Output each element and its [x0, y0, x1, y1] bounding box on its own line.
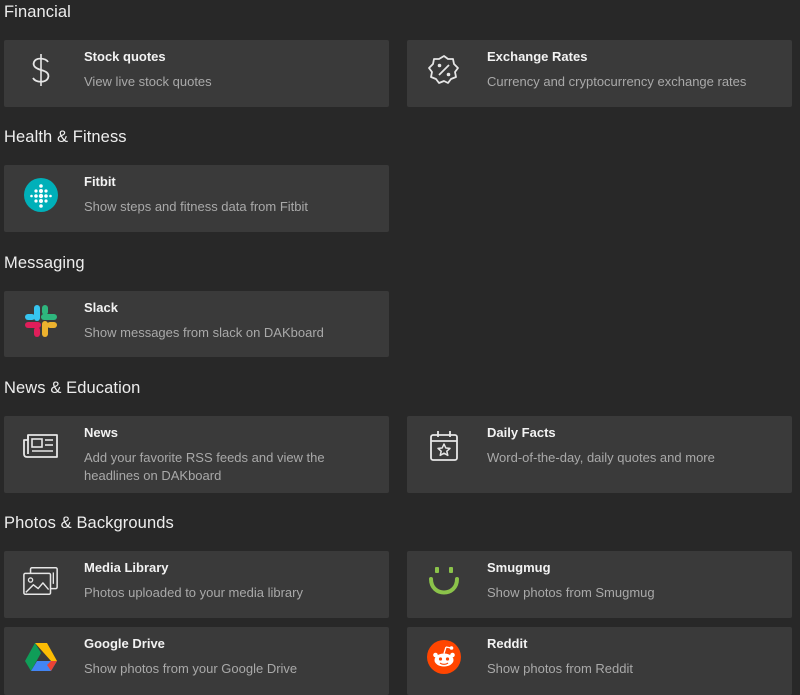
card-description: Show steps and fitness data from Fitbit: [84, 199, 308, 214]
card-news[interactable]: News Add your favorite RSS feeds and vie…: [4, 416, 389, 493]
section-title-health-fitness: Health & Fitness: [4, 128, 127, 146]
card-exchange-rates[interactable]: Exchange Rates Currency and cryptocurren…: [407, 40, 792, 107]
card-description: Word-of-the-day, daily quotes and more: [487, 450, 715, 465]
card-description: Show photos from Reddit: [487, 661, 633, 676]
card-title: Stock quotes: [84, 49, 166, 64]
card-reddit[interactable]: Reddit Show photos from Reddit: [407, 627, 792, 695]
newspaper-icon: [22, 427, 60, 465]
card-title: Smugmug: [487, 560, 551, 575]
reddit-icon: [425, 638, 463, 676]
section-title-news-education: News & Education: [4, 379, 141, 397]
card-fitbit[interactable]: Fitbit Show steps and fitness data from …: [4, 165, 389, 232]
google-drive-icon: [22, 638, 60, 676]
card-title: Fitbit: [84, 174, 116, 189]
card-description: Show messages from slack on DAKboard: [84, 325, 324, 340]
card-media-library[interactable]: Media Library Photos uploaded to your me…: [4, 551, 389, 618]
smugmug-icon: [425, 562, 463, 600]
slack-icon: [22, 302, 60, 340]
dollar-icon: [22, 51, 60, 89]
card-title: Google Drive: [84, 636, 165, 651]
calendar-star-icon: [425, 427, 463, 465]
section-title-financial: Financial: [4, 3, 71, 21]
card-title: Daily Facts: [487, 425, 556, 440]
card-title: Media Library: [84, 560, 169, 575]
section-title-photos-backgrounds: Photos & Backgrounds: [4, 514, 174, 532]
card-description: Currency and cryptocurrency exchange rat…: [487, 74, 747, 89]
card-description: Add your favorite RSS feeds and view the…: [84, 450, 325, 483]
percent-badge-icon: [425, 51, 463, 89]
fitbit-icon: [22, 176, 60, 214]
card-title: Exchange Rates: [487, 49, 588, 64]
card-title: News: [84, 425, 118, 440]
card-description: Show photos from your Google Drive: [84, 661, 298, 676]
photo-library-icon: [22, 562, 60, 600]
card-google-drive[interactable]: Google Drive Show photos from your Googl…: [4, 627, 389, 695]
card-daily-facts[interactable]: Daily Facts Word-of-the-day, daily quote…: [407, 416, 792, 493]
card-title: Slack: [84, 300, 118, 315]
card-title: Reddit: [487, 636, 528, 651]
section-title-messaging: Messaging: [4, 254, 85, 272]
card-smugmug[interactable]: Smugmug Show photos from Smugmug: [407, 551, 792, 618]
card-description: Show photos from Smugmug: [487, 585, 655, 600]
card-description: View live stock quotes: [84, 74, 212, 89]
card-slack[interactable]: Slack Show messages from slack on DAKboa…: [4, 291, 389, 357]
card-description: Photos uploaded to your media library: [84, 585, 303, 600]
card-stock-quotes[interactable]: Stock quotes View live stock quotes: [4, 40, 389, 107]
